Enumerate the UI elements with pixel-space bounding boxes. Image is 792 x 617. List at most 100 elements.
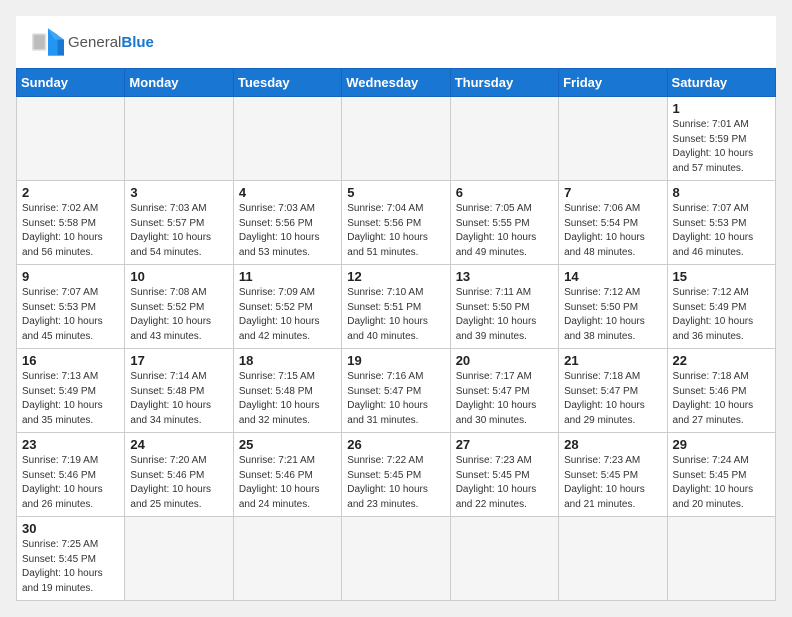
- day-info: Sunrise: 7:13 AM Sunset: 5:49 PM Dayligh…: [22, 370, 119, 428]
- day-cell: 21 Sunrise: 7:18 AM Sunset: 5:47 PM Dayli…: [559, 349, 667, 433]
- day-info: Sunrise: 7:03 AM Sunset: 5:57 PM Dayligh…: [130, 202, 227, 260]
- day-number: 7: [564, 185, 661, 200]
- day-cell: 29 Sunrise: 7:24 AM Sunset: 5:45 PM Dayli…: [667, 433, 775, 517]
- day-cell: 6 Sunrise: 7:05 AM Sunset: 5:55 PM Daylig…: [450, 181, 558, 265]
- day-info: Sunrise: 7:21 AM Sunset: 5:46 PM Dayligh…: [239, 454, 336, 512]
- day-cell: [450, 97, 558, 181]
- day-number: 2: [22, 185, 119, 200]
- day-info: Sunrise: 7:06 AM Sunset: 5:54 PM Dayligh…: [564, 202, 661, 260]
- week-row-4: 16 Sunrise: 7:13 AM Sunset: 5:49 PM Dayli…: [17, 349, 776, 433]
- day-cell: [450, 517, 558, 601]
- day-cell: [17, 97, 125, 181]
- day-number: 28: [564, 437, 661, 452]
- day-info: Sunrise: 7:24 AM Sunset: 5:45 PM Dayligh…: [673, 454, 770, 512]
- day-number: 26: [347, 437, 444, 452]
- day-info: Sunrise: 7:18 AM Sunset: 5:46 PM Dayligh…: [673, 370, 770, 428]
- day-cell: 17 Sunrise: 7:14 AM Sunset: 5:48 PM Dayli…: [125, 349, 233, 433]
- day-cell: 16 Sunrise: 7:13 AM Sunset: 5:49 PM Dayli…: [17, 349, 125, 433]
- day-info: Sunrise: 7:19 AM Sunset: 5:46 PM Dayligh…: [22, 454, 119, 512]
- day-cell: 5 Sunrise: 7:04 AM Sunset: 5:56 PM Daylig…: [342, 181, 450, 265]
- day-number: 3: [130, 185, 227, 200]
- day-number: 14: [564, 269, 661, 284]
- day-number: 19: [347, 353, 444, 368]
- day-cell: 23 Sunrise: 7:19 AM Sunset: 5:46 PM Dayli…: [17, 433, 125, 517]
- day-number: 27: [456, 437, 553, 452]
- day-info: Sunrise: 7:18 AM Sunset: 5:47 PM Dayligh…: [564, 370, 661, 428]
- day-info: Sunrise: 7:02 AM Sunset: 5:58 PM Dayligh…: [22, 202, 119, 260]
- day-info: Sunrise: 7:22 AM Sunset: 5:45 PM Dayligh…: [347, 454, 444, 512]
- day-number: 8: [673, 185, 770, 200]
- day-cell: 9 Sunrise: 7:07 AM Sunset: 5:53 PM Daylig…: [17, 265, 125, 349]
- day-cell: 8 Sunrise: 7:07 AM Sunset: 5:53 PM Daylig…: [667, 181, 775, 265]
- day-info: Sunrise: 7:04 AM Sunset: 5:56 PM Dayligh…: [347, 202, 444, 260]
- day-info: Sunrise: 7:08 AM Sunset: 5:52 PM Dayligh…: [130, 286, 227, 344]
- day-number: 15: [673, 269, 770, 284]
- day-number: 16: [22, 353, 119, 368]
- day-info: Sunrise: 7:16 AM Sunset: 5:47 PM Dayligh…: [347, 370, 444, 428]
- day-cell: 25 Sunrise: 7:21 AM Sunset: 5:46 PM Dayli…: [233, 433, 341, 517]
- day-number: 5: [347, 185, 444, 200]
- day-header-tuesday: Tuesday: [233, 69, 341, 97]
- day-cell: 1Sunrise: 7:01 AM Sunset: 5:59 PM Daylig…: [667, 97, 775, 181]
- day-cell: [667, 517, 775, 601]
- day-header-thursday: Thursday: [450, 69, 558, 97]
- day-header-saturday: Saturday: [667, 69, 775, 97]
- week-row-6: 30 Sunrise: 7:25 AM Sunset: 5:45 PM Dayli…: [17, 517, 776, 601]
- day-cell: 15 Sunrise: 7:12 AM Sunset: 5:49 PM Dayli…: [667, 265, 775, 349]
- page-header: GeneralBlue: [16, 16, 776, 64]
- day-number: 9: [22, 269, 119, 284]
- day-number: 23: [22, 437, 119, 452]
- day-cell: [125, 517, 233, 601]
- logo-icon: [32, 28, 64, 56]
- day-cell: [233, 97, 341, 181]
- day-info: Sunrise: 7:14 AM Sunset: 5:48 PM Dayligh…: [130, 370, 227, 428]
- week-row-2: 2 Sunrise: 7:02 AM Sunset: 5:58 PM Daylig…: [17, 181, 776, 265]
- day-number: 6: [456, 185, 553, 200]
- day-info: Sunrise: 7:25 AM Sunset: 5:45 PM Dayligh…: [22, 538, 119, 596]
- day-info: Sunrise: 7:12 AM Sunset: 5:50 PM Dayligh…: [564, 286, 661, 344]
- day-number: 17: [130, 353, 227, 368]
- day-cell: 19 Sunrise: 7:16 AM Sunset: 5:47 PM Dayli…: [342, 349, 450, 433]
- day-header-monday: Monday: [125, 69, 233, 97]
- day-cell: 22 Sunrise: 7:18 AM Sunset: 5:46 PM Dayli…: [667, 349, 775, 433]
- day-number: 18: [239, 353, 336, 368]
- week-row-3: 9 Sunrise: 7:07 AM Sunset: 5:53 PM Daylig…: [17, 265, 776, 349]
- day-info: Sunrise: 7:03 AM Sunset: 5:56 PM Dayligh…: [239, 202, 336, 260]
- day-cell: [559, 517, 667, 601]
- day-header-friday: Friday: [559, 69, 667, 97]
- day-info: Sunrise: 7:07 AM Sunset: 5:53 PM Dayligh…: [22, 286, 119, 344]
- day-cell: [233, 517, 341, 601]
- day-info: Sunrise: 7:05 AM Sunset: 5:55 PM Dayligh…: [456, 202, 553, 260]
- calendar-page: GeneralBlue SundayMondayTuesdayWednesday…: [16, 16, 776, 601]
- day-cell: 12 Sunrise: 7:10 AM Sunset: 5:51 PM Dayli…: [342, 265, 450, 349]
- day-header-sunday: Sunday: [17, 69, 125, 97]
- day-info: Sunrise: 7:07 AM Sunset: 5:53 PM Dayligh…: [673, 202, 770, 260]
- day-info: Sunrise: 7:09 AM Sunset: 5:52 PM Dayligh…: [239, 286, 336, 344]
- day-cell: [559, 97, 667, 181]
- day-cell: 24Sunrise: 7:20 AM Sunset: 5:46 PM Dayli…: [125, 433, 233, 517]
- day-info: Sunrise: 7:17 AM Sunset: 5:47 PM Dayligh…: [456, 370, 553, 428]
- day-info: Sunrise: 7:15 AM Sunset: 5:48 PM Dayligh…: [239, 370, 336, 428]
- day-cell: 7 Sunrise: 7:06 AM Sunset: 5:54 PM Daylig…: [559, 181, 667, 265]
- day-number: 30: [22, 521, 119, 536]
- day-info: Sunrise: 7:01 AM Sunset: 5:59 PM Dayligh…: [673, 118, 770, 176]
- day-info: Sunrise: 7:20 AM Sunset: 5:46 PM Dayligh…: [130, 454, 227, 512]
- day-cell: 28Sunrise: 7:23 AM Sunset: 5:45 PM Dayli…: [559, 433, 667, 517]
- day-cell: 18 Sunrise: 7:15 AM Sunset: 5:48 PM Dayli…: [233, 349, 341, 433]
- day-number: 22: [673, 353, 770, 368]
- day-info: Sunrise: 7:10 AM Sunset: 5:51 PM Dayligh…: [347, 286, 444, 344]
- day-cell: 30 Sunrise: 7:25 AM Sunset: 5:45 PM Dayli…: [17, 517, 125, 601]
- logo: GeneralBlue: [32, 28, 154, 56]
- day-number: 29: [673, 437, 770, 452]
- day-cell: 10 Sunrise: 7:08 AM Sunset: 5:52 PM Dayli…: [125, 265, 233, 349]
- week-row-5: 23 Sunrise: 7:19 AM Sunset: 5:46 PM Dayli…: [17, 433, 776, 517]
- day-number: 10: [130, 269, 227, 284]
- day-info: Sunrise: 7:12 AM Sunset: 5:49 PM Dayligh…: [673, 286, 770, 344]
- day-cell: 20Sunrise: 7:17 AM Sunset: 5:47 PM Dayli…: [450, 349, 558, 433]
- day-number: 25: [239, 437, 336, 452]
- day-number: 12: [347, 269, 444, 284]
- day-cell: 14 Sunrise: 7:12 AM Sunset: 5:50 PM Dayli…: [559, 265, 667, 349]
- day-number: 21: [564, 353, 661, 368]
- days-header-row: SundayMondayTuesdayWednesdayThursdayFrid…: [17, 69, 776, 97]
- day-cell: [342, 97, 450, 181]
